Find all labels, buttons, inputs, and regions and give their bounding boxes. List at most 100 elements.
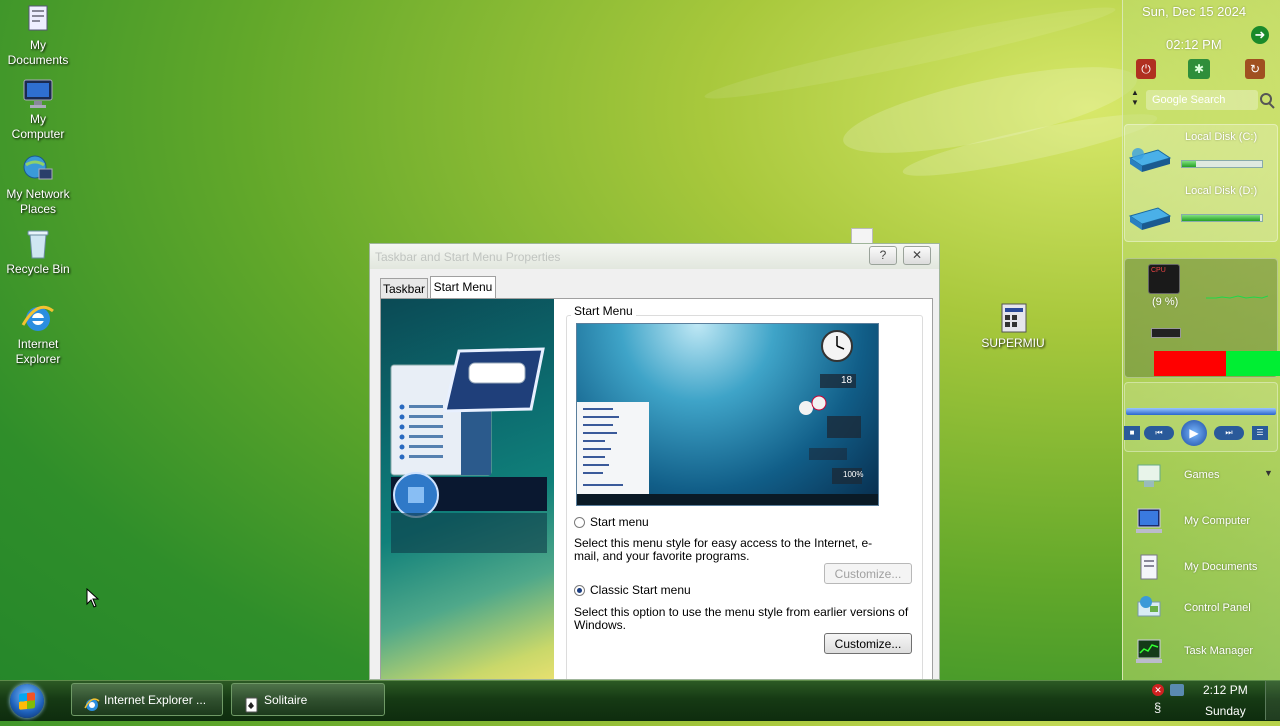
dialog-title-bar[interactable]: Taskbar and Start Menu Properties ? ✕ <box>370 244 939 269</box>
network-status-icon[interactable] <box>1170 684 1184 696</box>
disk-drive-icon <box>1128 148 1172 172</box>
launcher-label: My Documents <box>1184 561 1258 573</box>
ie-icon <box>84 693 100 711</box>
desktop-icon-label: Computer <box>11 127 65 141</box>
classic-start-menu-radio-label[interactable]: Classic Start menu <box>590 584 691 597</box>
desktop-icon-label: Explorer <box>15 352 61 366</box>
desktop-icon-label: My Network <box>6 187 70 201</box>
launcher-label: Control Panel <box>1184 602 1251 614</box>
sidebar-time: 02:12 PM <box>1166 37 1222 52</box>
desktop-icon-label: My <box>30 112 46 126</box>
documents-icon <box>21 4 55 36</box>
preview-clock-value: 18 <box>841 375 853 386</box>
clock-day: Sunday <box>1205 704 1246 718</box>
next-button[interactable]: ⏭ <box>1214 426 1244 440</box>
taskbar-item-internet-explorer[interactable]: Internet Explorer ... <box>71 683 223 716</box>
recycle-bin-icon <box>21 228 55 260</box>
launcher-games[interactable]: Games <box>1132 461 1280 491</box>
playlist-button[interactable]: ☰ <box>1252 426 1268 440</box>
clock-time[interactable]: 2:12 PM <box>1203 683 1248 697</box>
desktop-icon-my-documents[interactable]: My Documents <box>0 4 76 68</box>
standby-icon[interactable]: ✱ <box>1188 59 1210 79</box>
taskbar-item-label: Solitaire <box>264 693 308 707</box>
google-search-input[interactable]: Google Search <box>1146 90 1258 110</box>
launcher-label: Games <box>1184 469 1220 481</box>
taskbar-item-label: Internet Explorer ... <box>104 693 207 707</box>
tab-taskbar[interactable]: Taskbar <box>380 278 428 298</box>
desktop-icon-label: My <box>30 38 46 52</box>
cpu-graph <box>1206 288 1269 305</box>
disk-d-usage-bar <box>1181 214 1263 222</box>
mouse-cursor-icon <box>86 587 100 611</box>
start-menu-illustration <box>381 299 554 679</box>
disk-d-label: Local Disk (D:) <box>1185 185 1258 197</box>
desktop-icon-label: Internet <box>17 337 59 351</box>
launcher-control-panel[interactable]: Control Panel <box>1132 594 1280 624</box>
desktop-icon-label: Documents <box>7 53 69 67</box>
preview-meter-value: 100% <box>843 470 864 479</box>
games-icon <box>1134 461 1164 489</box>
search-scroll-icon[interactable]: ▲ ▼ <box>1131 88 1139 108</box>
classic-start-menu-radio[interactable] <box>574 585 585 596</box>
cpu-chip-icon: CPU <box>1148 264 1180 294</box>
launcher-task-manager[interactable]: Task Manager <box>1132 637 1280 667</box>
network-globe-icon <box>21 153 55 185</box>
launcher-my-documents[interactable]: My Documents <box>1132 553 1280 583</box>
help-button[interactable]: ? <box>869 246 897 265</box>
chevron-down-icon[interactable]: ▼ <box>1264 468 1273 478</box>
show-desktop-button[interactable] <box>1265 681 1280 720</box>
memory-chip-icon <box>1151 328 1181 338</box>
supermiu-icon <box>996 302 1030 334</box>
documents-icon <box>1134 553 1164 581</box>
start-menu-description: Select this menu style for easy access t… <box>574 536 873 563</box>
search-placeholder: Google Search <box>1152 94 1226 106</box>
desktop-icon-supermiu[interactable]: SUPERMIU <box>975 302 1051 351</box>
computer-icon <box>21 78 55 110</box>
task-manager-icon <box>1134 637 1164 665</box>
volume-icon[interactable]: § <box>1154 700 1161 715</box>
stop-button[interactable]: ■ <box>1124 426 1140 440</box>
cpu-percent: (9 %) <box>1152 296 1179 308</box>
desktop-icon-my-network-places[interactable]: My Network Places <box>0 153 76 217</box>
ie-icon <box>21 303 55 335</box>
start-menu-customize-button[interactable]: Customize... <box>824 563 912 584</box>
sidebar-date: Sun, Dec 15 2024 <box>1142 4 1247 19</box>
computer-icon <box>1134 507 1164 535</box>
launcher-label: My Computer <box>1184 515 1251 527</box>
launcher-my-computer[interactable]: My Computer <box>1132 507 1280 537</box>
disk-c-usage-bar <box>1181 160 1263 168</box>
desktop-icon-recycle-bin[interactable]: Recycle Bin <box>0 228 76 277</box>
network-error-icon[interactable]: ✕ <box>1152 684 1164 696</box>
disk-c-usage-fill <box>1182 161 1197 167</box>
restart-icon[interactable]: ↻ <box>1245 59 1265 79</box>
start-menu-radio[interactable] <box>574 517 585 528</box>
control-panel-icon <box>1134 594 1164 622</box>
dialog-title: Taskbar and Start Menu Properties <box>375 250 561 264</box>
media-progress-bar[interactable] <box>1126 408 1276 415</box>
classic-customize-button[interactable]: Customize... <box>824 633 912 654</box>
taskbar-start-menu-properties-dialog[interactable]: Taskbar and Start Menu Properties ? ✕ Ta… <box>369 243 940 680</box>
tab-start-menu[interactable]: Start Menu <box>430 276 496 298</box>
tab-panel-start-menu: Start Menu 18 100% Start menu Select thi… <box>380 298 933 679</box>
desktop-icon-label: Places <box>19 202 57 216</box>
solitaire-icon <box>244 693 260 713</box>
desktop-icon-my-computer[interactable]: My Computer <box>0 78 76 142</box>
play-button[interactable]: ▶ <box>1181 420 1207 446</box>
start-button[interactable] <box>10 684 44 718</box>
desktop-icon-label: Recycle Bin <box>6 262 70 276</box>
power-icon[interactable]: ⏻ <box>1136 59 1156 79</box>
launcher-label: Task Manager <box>1184 645 1254 657</box>
desktop-icon-label: SUPERMIU <box>981 336 1045 350</box>
close-button[interactable]: ✕ <box>903 246 931 265</box>
arrow-right-icon[interactable]: ➜ <box>1251 26 1269 44</box>
desktop-icon-internet-explorer[interactable]: Internet Explorer <box>0 303 76 367</box>
cpu-label: CPU <box>1151 267 1166 274</box>
previous-button[interactable]: ⏮ <box>1144 426 1174 440</box>
start-menu-radio-label[interactable]: Start menu <box>590 516 649 529</box>
search-icon[interactable] <box>1258 92 1276 113</box>
disk-drive-icon <box>1128 206 1172 230</box>
disk-d-usage-fill <box>1182 215 1261 221</box>
taskbar-item-solitaire[interactable]: Solitaire <box>231 683 385 716</box>
start-menu-preview-image: 18 100% <box>576 323 879 506</box>
memory-usage-bar <box>1154 351 1280 376</box>
